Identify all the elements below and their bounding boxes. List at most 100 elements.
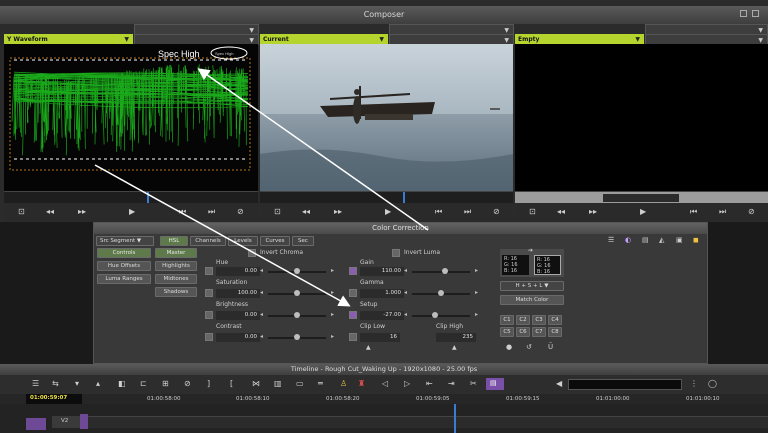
- play-icon[interactable]: ▶: [129, 207, 135, 216]
- mark-icon[interactable]: ⊡: [274, 207, 281, 216]
- collapse-icon[interactable]: ═: [318, 379, 323, 388]
- menu-icon-2[interactable]: ⋮: [690, 379, 698, 388]
- sync-icon[interactable]: ▭: [296, 379, 304, 388]
- invert-chroma-checkbox[interactable]: [248, 249, 256, 257]
- go-to-in-icon[interactable]: ⏮: [179, 207, 186, 217]
- hue-enable[interactable]: [205, 267, 213, 275]
- hue-slider[interactable]: ◂ ▸: [260, 267, 334, 276]
- setup-enable[interactable]: [349, 311, 357, 319]
- clear-marks-icon[interactable]: ⊘: [184, 379, 191, 388]
- slot-c1[interactable]: C1: [500, 315, 514, 325]
- slot-c5[interactable]: C5: [500, 327, 514, 337]
- slide-icon[interactable]: ⇥: [448, 379, 455, 388]
- clip-high-up-icon[interactable]: ▲: [452, 344, 457, 351]
- apply-icon[interactable]: ↺: [526, 343, 532, 351]
- luma-ranges-button[interactable]: Luma Ranges: [97, 274, 151, 284]
- timeline-ruler[interactable]: 01:00:59:07 01:00:58:00 01:00:58:10 01:0…: [0, 394, 768, 404]
- mic-icon[interactable]: ●: [506, 343, 512, 351]
- tool-icon-4[interactable]: ◭: [659, 236, 664, 244]
- mark-out-icon[interactable]: ]: [207, 379, 210, 388]
- mark-clip-icon[interactable]: ⋈: [252, 379, 260, 388]
- right-position-bar[interactable]: [515, 191, 768, 203]
- setup-slider[interactable]: ◂ ▸: [404, 311, 478, 320]
- controls-button[interactable]: Controls: [97, 248, 151, 258]
- readout-left[interactable]: R: 16 G: 16 B: 16: [502, 255, 529, 275]
- playhead[interactable]: [454, 404, 456, 433]
- step-back-icon[interactable]: ◂◂: [557, 207, 565, 216]
- timeline-track-area[interactable]: V2: [0, 404, 768, 433]
- tool-icon-1[interactable]: ☰: [608, 236, 614, 244]
- mark-icon[interactable]: ⊡: [18, 207, 25, 216]
- play-icon[interactable]: ▶: [385, 207, 391, 216]
- nudge-left-icon[interactable]: ◁: [382, 379, 388, 388]
- contrast-slider[interactable]: ◂ ▸: [260, 333, 334, 342]
- extract-icon[interactable]: ▴: [96, 379, 100, 388]
- center-position-bar[interactable]: [260, 191, 513, 203]
- minimize-icon[interactable]: [740, 10, 747, 17]
- hue-value[interactable]: 0.00: [216, 267, 260, 276]
- gain-enable[interactable]: [349, 267, 357, 275]
- midtones-button[interactable]: Midtones: [155, 274, 197, 284]
- remove-icon[interactable]: Ū: [548, 343, 553, 351]
- slot-c3[interactable]: C3: [532, 315, 546, 325]
- slot-c8[interactable]: C8: [548, 327, 562, 337]
- tab-sec[interactable]: Sec: [292, 236, 314, 246]
- track-label-v2[interactable]: V2: [52, 416, 80, 428]
- clip-low-up-icon[interactable]: ▲: [366, 344, 371, 351]
- master-button[interactable]: Master: [155, 248, 197, 258]
- go-to-out-icon[interactable]: ⏭: [719, 207, 726, 217]
- slot-c7[interactable]: C7: [532, 327, 546, 337]
- step-back-icon[interactable]: ◂◂: [46, 207, 54, 216]
- gamma-enable[interactable]: [349, 289, 357, 297]
- segment-icon[interactable]: ▥: [274, 379, 282, 388]
- overwrite-icon[interactable]: ◧: [118, 379, 126, 388]
- record-icon[interactable]: ♜: [358, 379, 365, 388]
- menu-icon[interactable]: ☰: [32, 379, 39, 388]
- nudge-right-icon[interactable]: ▷: [404, 379, 410, 388]
- hsl-dropdown[interactable]: H + S + L ▼: [500, 281, 564, 291]
- clip-high-value[interactable]: 235: [436, 333, 476, 342]
- clip-low-value[interactable]: 16: [360, 333, 400, 342]
- cut-icon[interactable]: ✂: [470, 379, 477, 388]
- clear-icon[interactable]: ⊘: [493, 207, 500, 216]
- slip-icon[interactable]: ⇤: [426, 379, 433, 388]
- play-icon[interactable]: ▶: [640, 207, 646, 216]
- saturation-enable[interactable]: [205, 289, 213, 297]
- saturation-slider[interactable]: ◂ ▸: [260, 289, 334, 298]
- gamma-slider[interactable]: ◂ ▸: [404, 289, 478, 298]
- step-forward-icon[interactable]: ▸▸: [78, 207, 86, 216]
- clip-enable[interactable]: [349, 333, 357, 341]
- contrast-value[interactable]: 0.00: [216, 333, 260, 342]
- clear-icon[interactable]: ⊘: [237, 207, 244, 216]
- go-to-out-icon[interactable]: ⏭: [208, 207, 215, 217]
- segment-mode-menu[interactable]: Src Segment ▼: [96, 236, 154, 246]
- tab-curves[interactable]: Curves: [260, 236, 290, 246]
- close-icon[interactable]: [752, 10, 759, 17]
- trim-icon[interactable]: ⊞: [162, 379, 169, 388]
- mark-icon[interactable]: ⊡: [529, 207, 536, 216]
- track-lock-icon[interactable]: [80, 414, 88, 429]
- tool-icon-3[interactable]: ▤: [642, 236, 649, 244]
- left-position-bar[interactable]: [4, 191, 258, 203]
- slot-c6[interactable]: C6: [516, 327, 530, 337]
- splice-icon[interactable]: ⊏: [140, 379, 147, 388]
- brightness-enable[interactable]: [205, 311, 213, 319]
- highlights-button[interactable]: Highlights: [155, 261, 197, 271]
- settings-icon[interactable]: ◯: [708, 379, 717, 388]
- go-to-out-icon[interactable]: ⏭: [464, 207, 471, 217]
- step-back-icon[interactable]: ◂◂: [302, 207, 310, 216]
- lift-icon[interactable]: ▾: [75, 379, 79, 388]
- tool-icon-5[interactable]: ▣: [676, 236, 683, 244]
- swap-icon[interactable]: ➔: [528, 247, 533, 254]
- slot-c2[interactable]: C2: [516, 315, 530, 325]
- match-color-button[interactable]: Match Color: [500, 295, 564, 305]
- gamma-value[interactable]: 1.000: [360, 289, 404, 298]
- shadows-button[interactable]: Shadows: [155, 287, 197, 297]
- step-forward-icon[interactable]: ▸▸: [334, 207, 342, 216]
- clear-icon[interactable]: ⊘: [748, 207, 755, 216]
- invert-luma-checkbox[interactable]: [392, 249, 400, 257]
- tab-hsl[interactable]: HSL: [160, 236, 188, 246]
- go-to-in-icon[interactable]: ⏮: [690, 207, 697, 217]
- hue-offsets-button[interactable]: Hue Offsets: [97, 261, 151, 271]
- color-correction-mode-button[interactable]: ▤: [486, 378, 504, 390]
